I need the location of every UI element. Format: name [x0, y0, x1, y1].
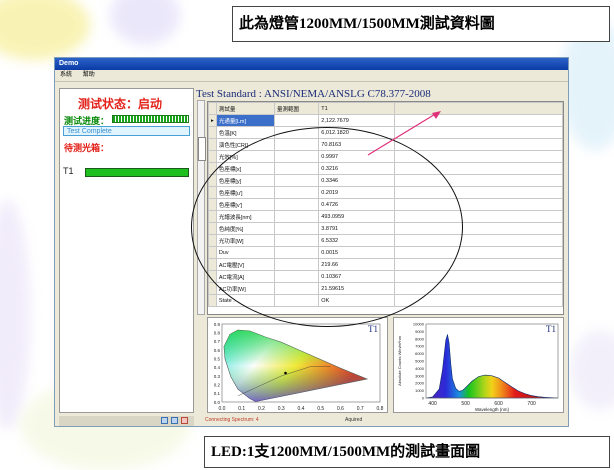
annotation-arrow: [367, 111, 441, 156]
annotation-callout-bottom: LED:1支1200MM/1500MM的測試畫面圖: [204, 436, 610, 468]
